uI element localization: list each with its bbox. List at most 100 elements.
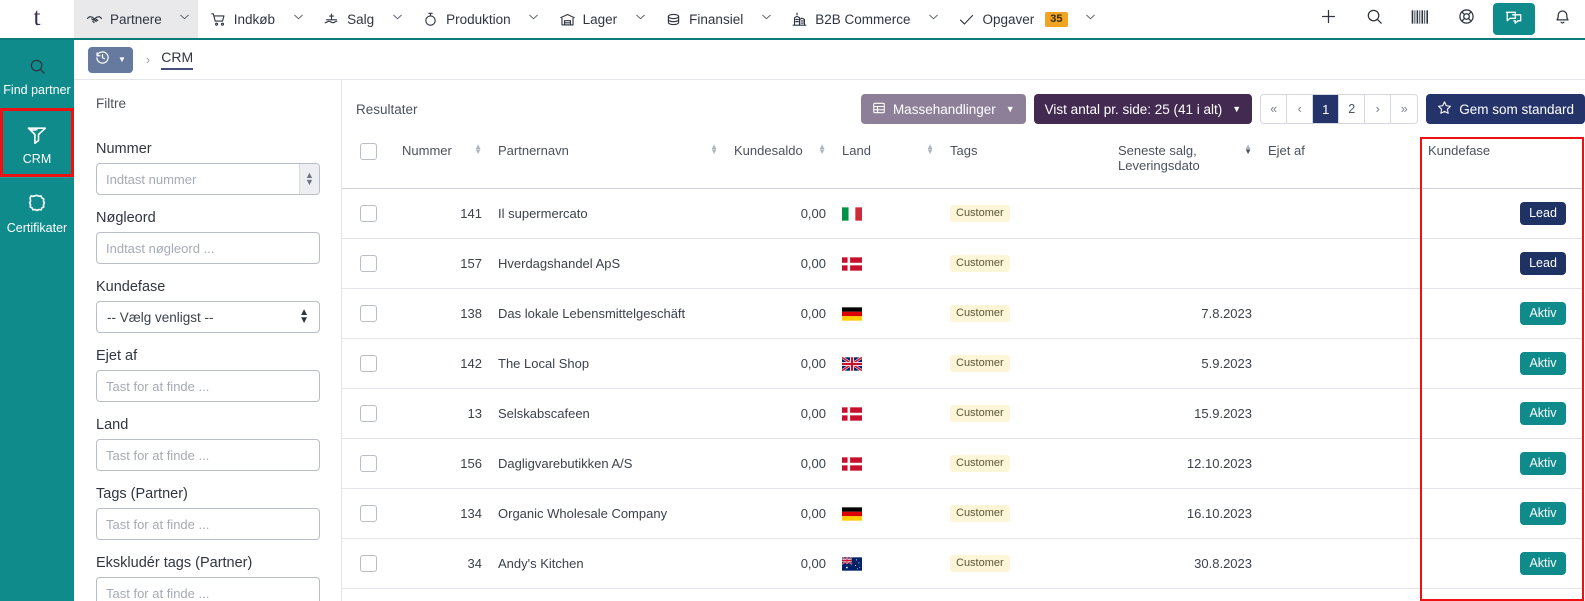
search-button[interactable]: [1351, 0, 1397, 38]
pagination-page-1[interactable]: 1: [1313, 95, 1339, 123]
row-checkbox-cell: [342, 588, 394, 601]
sort-icon[interactable]: ▲▼: [710, 144, 718, 154]
nav-caret-lager[interactable]: [627, 0, 653, 38]
cell-partnernavn[interactable]: The Local Shop: [490, 338, 726, 388]
sort-icon[interactable]: ▲▼: [926, 144, 934, 154]
table-row[interactable]: 142The Local Shop0,00Customer5.9.2023Akt…: [342, 338, 1584, 388]
nav-caret-indk-b[interactable]: [285, 0, 311, 38]
results-toolbar: Resultater Massehandlinger: [342, 80, 1585, 137]
filter-input-nøgleord[interactable]: Indtast nøgleord ...: [96, 232, 320, 264]
pagination-first[interactable]: «: [1261, 95, 1287, 123]
cell-partnernavn[interactable]: Organic Wholesale Company: [490, 488, 726, 538]
cell-kundefase: Aktiv: [1420, 538, 1584, 588]
plus-button[interactable]: [1305, 0, 1351, 38]
row-checkbox[interactable]: [360, 255, 377, 272]
row-checkbox[interactable]: [360, 305, 377, 322]
table-row[interactable]: 138Das lokale Lebensmittelgeschäft0,00Cu…: [342, 288, 1584, 338]
save-as-default-button[interactable]: Gem som standard: [1426, 94, 1585, 124]
per-page-button[interactable]: Vist antal pr. side: 25 (41 i alt) ▼: [1034, 94, 1253, 124]
cell-seneste-salg: 12.10.2023: [1110, 438, 1260, 488]
cell-seneste-salg: [1110, 188, 1260, 238]
column-header-land[interactable]: Land▲▼: [834, 137, 942, 188]
nav-caret-finansiel[interactable]: [753, 0, 779, 38]
cell-partnernavn[interactable]: Café Baren: [490, 588, 726, 601]
pagination-last[interactable]: »: [1391, 95, 1417, 123]
filter-input-ejet-af[interactable]: Tast for at finde ...: [96, 370, 320, 402]
filter-input-land[interactable]: Tast for at finde ...: [96, 439, 320, 471]
barcode-button[interactable]: [1397, 0, 1443, 38]
pagination-prev[interactable]: ‹: [1287, 95, 1313, 123]
row-checkbox[interactable]: [360, 555, 377, 572]
column-header-label: Kundesaldo: [734, 143, 803, 158]
pagination-next[interactable]: ›: [1365, 95, 1391, 123]
column-header-partnernavn[interactable]: Partnernavn▲▼: [490, 137, 726, 188]
cell-kundesaldo: 0,00: [726, 238, 834, 288]
row-checkbox-cell: [342, 488, 394, 538]
nav-item-indk-b[interactable]: Indkøb: [198, 0, 285, 38]
sort-icon[interactable]: ▲▼: [1244, 144, 1252, 154]
sidebar-item-certifikater[interactable]: Certifikater: [0, 177, 74, 246]
table-row[interactable]: 34Andy's Kitchen0,00Customer30.8.2023Akt…: [342, 538, 1584, 588]
filter-input-tags-partner[interactable]: Tast for at finde ...: [96, 508, 320, 540]
cell-partnernavn[interactable]: Selskabscafeen: [490, 388, 726, 438]
cell-ejet-af: [1260, 488, 1420, 538]
filter-input-nummer[interactable]: Indtast nummer▲▼: [96, 163, 320, 195]
chat-button[interactable]: [1493, 3, 1535, 35]
nav-caret-b2b-commerce[interactable]: [920, 0, 946, 38]
table-row[interactable]: 40Café Baren0,00Customer3.10.2023Aktiv: [342, 588, 1584, 601]
sidebar-item-crm[interactable]: CRM: [0, 108, 74, 177]
cell-partnernavn[interactable]: Il supermercato: [490, 188, 726, 238]
table-row[interactable]: 141Il supermercato0,00CustomerLead: [342, 188, 1584, 238]
nav-item-finansiel[interactable]: Finansiel: [653, 0, 753, 38]
sidebar-item-find-partner[interactable]: Find partner: [0, 40, 74, 108]
select-all-checkbox[interactable]: [360, 143, 377, 160]
history-button[interactable]: ▼: [88, 47, 133, 73]
nav-item-lager[interactable]: Lager: [547, 0, 628, 38]
row-checkbox[interactable]: [360, 205, 377, 222]
cell-partnernavn[interactable]: Dagligvarebutikken A/S: [490, 438, 726, 488]
table-row[interactable]: 13Selskabscafeen0,00Customer15.9.2023Akt…: [342, 388, 1584, 438]
breadcrumb-current[interactable]: CRM: [161, 49, 193, 70]
table-row[interactable]: 157Hverdagshandel ApS0,00CustomerLead: [342, 238, 1584, 288]
nav-caret-produktion[interactable]: [521, 0, 547, 38]
row-checkbox[interactable]: [360, 455, 377, 472]
nav-caret-salg[interactable]: [384, 0, 410, 38]
row-checkbox[interactable]: [360, 355, 377, 372]
table-row[interactable]: 156Dagligvarebutikken A/S0,00Customer12.…: [342, 438, 1584, 488]
filter-input-eksklud-r-tags-partner[interactable]: Tast for at finde ...: [96, 577, 320, 601]
sort-icon[interactable]: ▲▼: [818, 144, 826, 154]
cell-nummer: 134: [394, 488, 490, 538]
cell-kundefase: Aktiv: [1420, 588, 1584, 601]
column-header-nummer[interactable]: Nummer ▲▼: [394, 137, 490, 188]
nav-item-opgaver[interactable]: Opgaver35: [946, 0, 1077, 38]
cell-partnernavn[interactable]: Andy's Kitchen: [490, 538, 726, 588]
table-row[interactable]: 134Organic Wholesale Company0,00Customer…: [342, 488, 1584, 538]
row-checkbox-cell: [342, 538, 394, 588]
nav-caret-partnere[interactable]: [172, 0, 198, 38]
filter-select-kundefase[interactable]: -- Vælg venligst --▲▼: [96, 301, 320, 333]
nav-item-salg[interactable]: Salg: [311, 0, 384, 38]
plus-icon: [1319, 7, 1338, 31]
bell-button[interactable]: [1539, 0, 1585, 38]
number-stepper-icon[interactable]: ▲▼: [299, 164, 319, 194]
column-header-seneste-salg[interactable]: Seneste salg, Leveringsdato▲▼: [1110, 137, 1260, 188]
pagination-page-2[interactable]: 2: [1339, 95, 1365, 123]
nav-caret-opgaver[interactable]: [1078, 0, 1104, 38]
lifebuoy-button[interactable]: [1443, 0, 1489, 38]
save-as-default-label: Gem som standard: [1459, 102, 1574, 117]
sort-icon[interactable]: ▲▼: [474, 144, 482, 154]
row-checkbox[interactable]: [360, 405, 377, 422]
nav-item-partnere[interactable]: Partnere: [74, 0, 172, 38]
cell-kundefase: Lead: [1420, 238, 1584, 288]
app-logo[interactable]: t: [0, 0, 74, 38]
nav-item-produktion[interactable]: Produktion: [410, 0, 521, 38]
nav-item-label: B2B Commerce: [815, 12, 910, 27]
column-header-kundesaldo[interactable]: Kundesaldo ▲▼: [726, 137, 834, 188]
column-header-label: Nummer: [402, 143, 452, 158]
bulk-actions-button[interactable]: Massehandlinger ▼: [861, 94, 1026, 124]
cell-partnernavn[interactable]: Hverdagshandel ApS: [490, 238, 726, 288]
row-checkbox[interactable]: [360, 505, 377, 522]
cell-partnernavn[interactable]: Das lokale Lebensmittelgeschäft: [490, 288, 726, 338]
nav-item-b2b-commerce[interactable]: B2B Commerce: [779, 0, 920, 38]
cell-seneste-salg: 15.9.2023: [1110, 388, 1260, 438]
